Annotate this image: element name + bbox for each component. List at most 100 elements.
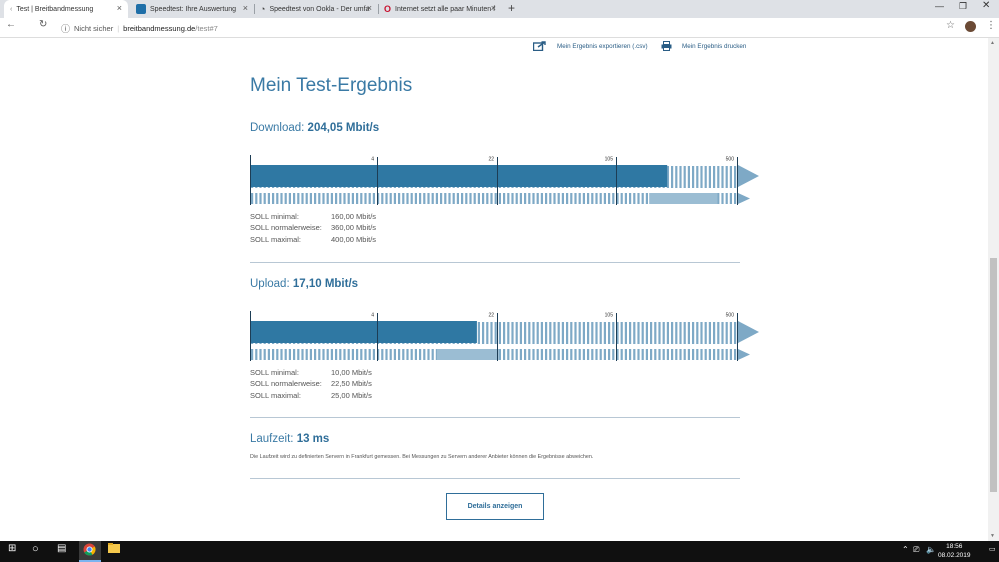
stripe-mark xyxy=(658,322,661,344)
soll-range-bar xyxy=(436,349,499,360)
stripe-mark xyxy=(419,193,422,204)
volume-icon[interactable]: 🔈 xyxy=(926,545,936,554)
back-button[interactable]: ← xyxy=(6,19,16,30)
stripe-mark xyxy=(692,349,695,360)
url-host: breitbandmessung.de xyxy=(123,24,196,33)
clock[interactable]: 18:56 08.02.2019 xyxy=(938,542,971,560)
stripe-mark xyxy=(717,166,720,188)
stripe-mark xyxy=(654,322,657,344)
stripe-mark xyxy=(473,193,476,204)
browser-menu-button[interactable]: ⋮ xyxy=(986,20,996,31)
close-window-button[interactable]: ✕ xyxy=(982,0,990,11)
minimize-button[interactable]: — xyxy=(935,1,944,11)
stripe-mark xyxy=(608,322,611,344)
notification-icon[interactable]: ▭ xyxy=(989,545,996,553)
print-link[interactable]: Mein Ergebnis drucken xyxy=(661,41,746,51)
new-tab-button[interactable]: + xyxy=(508,1,515,15)
stripe-mark xyxy=(662,349,665,360)
stripe-mark xyxy=(654,349,657,360)
stripe-mark xyxy=(608,193,611,204)
stripe-mark xyxy=(620,349,623,360)
scale-arrow-icon xyxy=(738,321,759,343)
close-tab-icon[interactable]: × xyxy=(367,3,372,13)
stripe-mark xyxy=(570,193,573,204)
stripe-mark xyxy=(393,193,396,204)
stripe-mark xyxy=(477,322,480,344)
stripe-mark xyxy=(582,322,585,344)
stripe-mark xyxy=(410,193,413,204)
tab-speedtest-auswertung[interactable]: Speedtest: Ihre Auswertung × xyxy=(130,0,254,18)
scrollbar-thumb[interactable] xyxy=(990,258,997,492)
scale-tick-label: 4 xyxy=(371,157,374,163)
scale-tick-label: 500 xyxy=(726,313,735,319)
stripe-mark xyxy=(578,322,581,344)
maximize-button[interactable]: ❐ xyxy=(959,1,967,12)
details-button[interactable]: Details anzeigen xyxy=(446,493,544,520)
bookmark-star-icon[interactable]: ☆ xyxy=(946,20,955,31)
stripe-mark xyxy=(721,322,724,344)
reload-button[interactable]: ↻ xyxy=(39,19,47,30)
tab-breitbandmessung[interactable]: ‹ Test | Breitbandmessung × xyxy=(4,0,128,18)
stripe-mark xyxy=(561,349,564,360)
stripe-mark xyxy=(725,322,728,344)
latency-label: Laufzeit: xyxy=(250,433,294,445)
windows-start-icon[interactable]: ⊞ xyxy=(8,543,16,554)
page-content: Mein Ergebnis exportieren (.csv) Mein Er… xyxy=(0,38,988,541)
download-soll-list: SOLL minimal: 160,00 Mbit/s SOLL normaler… xyxy=(250,211,376,245)
stripe-mark xyxy=(519,349,522,360)
print-label: Mein Ergebnis drucken xyxy=(682,42,747,50)
scale-tick-label: 500 xyxy=(726,157,735,163)
stripe-mark xyxy=(540,349,543,360)
stripe-mark xyxy=(595,193,598,204)
stripe-mark xyxy=(545,349,548,360)
stripe-mark xyxy=(393,349,396,360)
export-icon xyxy=(533,41,546,51)
site-favicon-icon xyxy=(136,4,146,14)
export-link[interactable]: Mein Ergebnis exportieren (.csv) xyxy=(533,41,648,51)
stripe-mark xyxy=(276,193,279,204)
avatar[interactable] xyxy=(965,21,976,32)
stripe-mark xyxy=(687,322,690,344)
stripe-mark xyxy=(335,193,338,204)
stripe-mark xyxy=(330,349,333,360)
stripe-mark xyxy=(645,349,648,360)
stripe-mark xyxy=(624,193,627,204)
file-explorer-icon[interactable] xyxy=(108,543,120,556)
close-tab-icon[interactable]: × xyxy=(243,3,248,13)
close-tab-icon[interactable]: × xyxy=(117,3,122,13)
stripe-mark xyxy=(372,349,375,360)
soll-minimal-row: SOLL minimal: 160,00 Mbit/s xyxy=(250,212,377,221)
cortana-search-icon[interactable]: ○ xyxy=(32,543,39,555)
scroll-down-icon[interactable]: ▼ xyxy=(990,533,995,539)
omnibox[interactable]: ⓘ Nicht sicher | breitbandmessung.de/tes… xyxy=(61,22,218,35)
soll-minimal-row: SOLL minimal: 10,00 Mbit/s xyxy=(250,368,372,377)
stripe-mark xyxy=(557,349,560,360)
latency-value: 13 ms xyxy=(296,433,330,445)
stripe-mark xyxy=(629,322,632,344)
loading-icon: ‹ xyxy=(10,5,13,13)
scroll-up-icon[interactable]: ▲ xyxy=(990,40,995,46)
task-view-icon[interactable]: ▤ xyxy=(57,543,66,554)
stripe-mark xyxy=(687,349,690,360)
scale-tick-label: 105 xyxy=(605,157,614,163)
chrome-taskbar-icon[interactable] xyxy=(83,543,96,559)
close-tab-icon[interactable]: × xyxy=(491,3,496,13)
stripe-mark xyxy=(679,322,682,344)
stripe-mark xyxy=(356,349,359,360)
stripe-mark xyxy=(511,322,514,344)
stripe-mark xyxy=(700,166,703,188)
stripe-mark xyxy=(326,349,329,360)
stripe-mark xyxy=(734,166,737,188)
stripe-mark xyxy=(515,322,518,344)
stripe-mark xyxy=(553,349,556,360)
tab-internet-forum[interactable]: O Internet setzt alle paar Minuten f × xyxy=(378,0,502,18)
stripe-mark xyxy=(713,166,716,188)
tray-chevron-icon[interactable]: ⌃ xyxy=(902,545,909,554)
upload-soll-list: SOLL minimal: 10,00 Mbit/s SOLL normalerw… xyxy=(250,367,372,401)
stripe-mark xyxy=(729,322,732,344)
stripe-mark xyxy=(599,322,602,344)
network-icon[interactable]: ⎚ xyxy=(913,545,919,555)
stripe-mark xyxy=(708,322,711,344)
tab-speedtest-ookla[interactable]: ◔ Speedtest von Ookla - Der umfa × xyxy=(254,0,378,18)
stripe-mark xyxy=(721,193,724,204)
